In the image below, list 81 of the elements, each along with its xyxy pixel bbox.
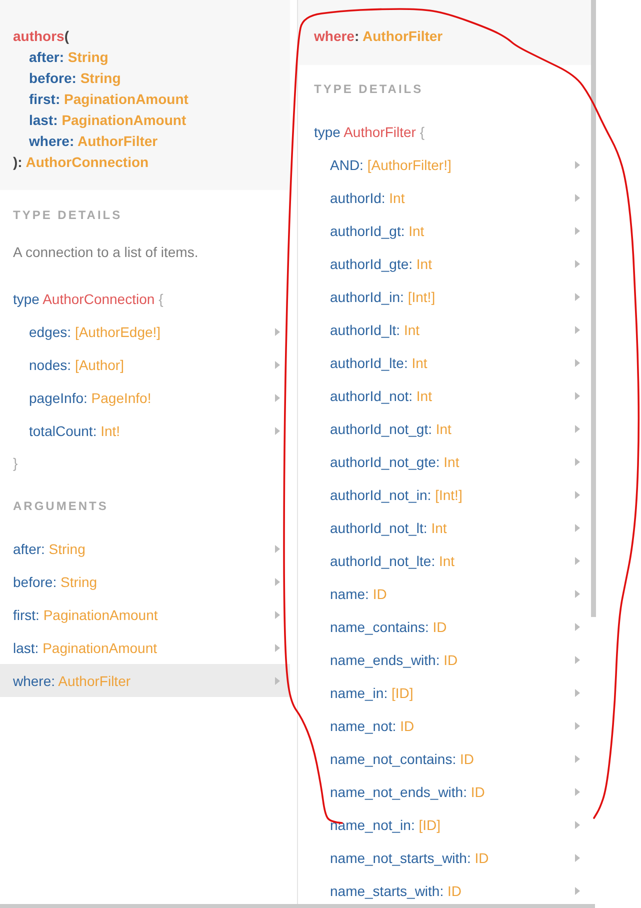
field-item[interactable]: name_in: [ID] — [298, 676, 591, 709]
caret-icon — [575, 590, 580, 598]
field-item[interactable]: authorId_gte: Int — [298, 247, 591, 280]
signature-line: first: PaginationAmount — [28, 90, 190, 109]
caret-icon — [275, 328, 280, 336]
field-item[interactable]: name_ends_with: ID — [298, 643, 591, 676]
signature-line: ): AuthorConnection — [13, 153, 150, 172]
signature-line: last: PaginationAmount — [28, 111, 188, 130]
argument-item[interactable]: before: String — [0, 565, 290, 598]
field-item[interactable]: name: ID — [298, 577, 591, 610]
caret-icon — [575, 722, 580, 730]
caret-icon — [575, 656, 580, 664]
field-item[interactable]: name_not: ID — [298, 709, 591, 742]
field-item[interactable]: authorId_gt: Int — [298, 214, 591, 247]
caret-icon — [575, 788, 580, 796]
field-item[interactable]: name_not_contains: ID — [298, 742, 591, 775]
caret-icon — [575, 490, 580, 498]
caret-icon — [575, 854, 580, 862]
signature-line: authors( — [13, 27, 70, 46]
field-item[interactable]: AND: [AuthorFilter!] — [298, 148, 591, 181]
caret-icon — [575, 820, 580, 828]
caret-icon — [575, 556, 580, 564]
caret-icon — [575, 292, 580, 300]
type-description: A connection to a list of items. — [12, 243, 200, 262]
argument-item[interactable]: where: AuthorFilter — [0, 664, 290, 697]
field-item[interactable]: edges: [AuthorEdge!] — [0, 315, 290, 348]
caret-icon — [575, 194, 580, 202]
signature-line: before: String — [28, 69, 122, 88]
field-item[interactable]: name_not_starts_with: ID — [298, 841, 591, 874]
caret-icon — [275, 644, 280, 652]
caret-icon — [575, 524, 580, 532]
caret-icon — [575, 754, 580, 762]
caret-icon — [575, 458, 580, 466]
argument-item[interactable]: last: PaginationAmount — [0, 631, 290, 664]
caret-icon — [575, 326, 580, 334]
field-item[interactable]: name_contains: ID — [298, 610, 591, 643]
field-item[interactable]: nodes: [Author] — [0, 348, 290, 381]
argument-item[interactable]: first: PaginationAmount — [0, 598, 290, 631]
caret-icon — [575, 622, 580, 630]
caret-icon — [575, 160, 580, 168]
caret-icon — [575, 688, 580, 696]
caret-icon — [575, 886, 580, 894]
field-item[interactable]: name_starts_with: ID — [298, 874, 591, 904]
horizontal-scrollbar[interactable] — [0, 904, 595, 908]
argument-title: where: AuthorFilter — [314, 27, 444, 46]
field-item[interactable]: pageInfo: PageInfo! — [0, 381, 290, 414]
caret-icon — [575, 226, 580, 234]
type-definition-line: type AuthorConnection { — [12, 290, 164, 309]
signature-line: where: AuthorFilter — [28, 132, 159, 151]
caret-icon — [575, 424, 580, 432]
caret-icon — [575, 358, 580, 366]
caret-icon — [575, 392, 580, 400]
field-item[interactable]: name_not_in: [ID] — [298, 808, 591, 841]
signature-line: after: String — [28, 48, 110, 67]
field-item[interactable]: authorId_not_gt: Int — [298, 412, 591, 445]
field-item[interactable]: authorId_not_gte: Int — [298, 445, 591, 478]
caret-icon — [275, 676, 280, 684]
argument-item[interactable]: after: String — [0, 532, 290, 565]
caret-icon — [275, 360, 280, 368]
field-item[interactable]: totalCount: Int! — [0, 414, 290, 447]
field-item[interactable]: authorId_not_lt: Int — [298, 511, 591, 544]
section-heading: TYPE DETAILS — [313, 81, 424, 97]
section-heading: ARGUMENTS — [12, 498, 110, 514]
field-item[interactable]: authorId_in: [Int!] — [298, 280, 591, 313]
field-item[interactable]: name_not_ends_with: ID — [298, 775, 591, 808]
caret-icon — [275, 578, 280, 586]
field-item[interactable]: authorId_not_in: [Int!] — [298, 478, 591, 511]
section-heading: TYPE DETAILS — [12, 207, 124, 223]
caret-icon — [275, 610, 280, 618]
field-item[interactable]: authorId_lt: Int — [298, 313, 591, 346]
closing-brace: } — [12, 454, 19, 473]
type-definition-line: type AuthorFilter { — [313, 123, 426, 142]
field-item[interactable]: authorId_lte: Int — [298, 346, 591, 379]
caret-icon — [275, 544, 280, 552]
caret-icon — [275, 394, 280, 402]
field-item[interactable]: authorId: Int — [298, 181, 591, 214]
caret-icon — [575, 260, 580, 268]
caret-icon — [275, 426, 280, 434]
field-item[interactable]: authorId_not_lte: Int — [298, 544, 591, 577]
scrollbar-thumb[interactable] — [591, 0, 596, 617]
field-item[interactable]: authorId_not: Int — [298, 379, 591, 412]
